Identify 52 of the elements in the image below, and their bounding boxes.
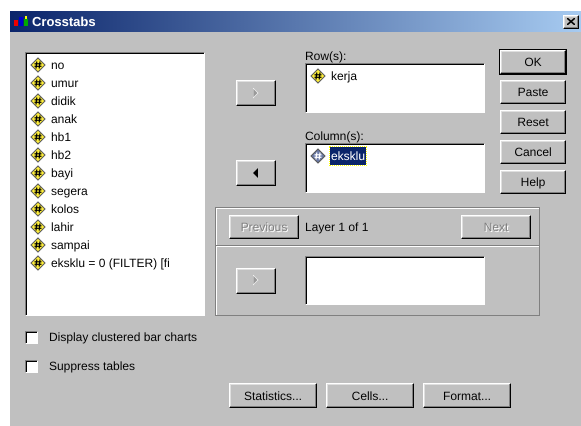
scale-variable-icon — [30, 201, 46, 217]
option-label: Display clustered bar charts — [49, 329, 198, 346]
scale-variable-icon — [310, 68, 326, 84]
scale-variable-icon — [30, 147, 46, 163]
close-button[interactable] — [563, 14, 579, 28]
variable-item[interactable]: kerja — [330, 67, 358, 85]
scale-variable-icon — [310, 148, 326, 164]
scale-variable-icon — [30, 75, 46, 91]
variable-item[interactable]: didik — [50, 92, 77, 110]
move-button[interactable] — [236, 160, 276, 186]
scale-variable-icon — [30, 57, 46, 73]
app-icon — [13, 14, 29, 28]
scale-variable-icon — [30, 255, 46, 271]
scale-variable-icon — [30, 165, 46, 181]
dialog-button[interactable]: Statistics... — [229, 383, 317, 408]
dialog-button[interactable]: Reset — [500, 110, 566, 134]
rows-label: Row(s): — [305, 50, 348, 63]
dialog-button[interactable]: Cancel — [500, 140, 566, 164]
variable-item[interactable]: hb2 — [50, 146, 72, 164]
close-icon — [567, 18, 575, 25]
layer-caption: Layer 1 of 1 — [305, 218, 370, 236]
dialog-button[interactable]: Paste — [500, 80, 566, 104]
window-title: Crosstabs — [32, 12, 97, 31]
scale-variable-icon — [30, 183, 46, 199]
scale-variable-icon — [30, 129, 46, 145]
variable-item[interactable]: kolos — [50, 200, 80, 218]
scale-variable-icon — [30, 237, 46, 253]
variable-item[interactable]: bayi — [50, 164, 74, 182]
variable-item[interactable]: eksklu — [330, 147, 366, 165]
dialog-button[interactable]: Help — [500, 170, 566, 194]
scale-variable-icon — [30, 93, 46, 109]
variable-item[interactable]: no — [50, 56, 66, 74]
variable-item[interactable]: umur — [50, 74, 80, 92]
variable-item[interactable]: lahir — [50, 218, 75, 236]
dialog-button[interactable]: OK — [500, 50, 566, 74]
dialog-button[interactable]: Format... — [423, 383, 511, 408]
option-label: Suppress tables — [49, 358, 136, 375]
variable-item[interactable]: anak — [50, 110, 78, 128]
scale-variable-icon — [30, 111, 46, 127]
variable-item[interactable]: eksklu = 0 (FILTER) [fi — [50, 254, 171, 272]
checkbox[interactable] — [25, 330, 38, 344]
columns-label: Column(s): — [305, 130, 365, 143]
layer-variables-box[interactable] — [305, 256, 485, 305]
variable-list[interactable]: no umur didik anak hb1 hb2 bayi segera kolos lahir sampai eksklu = 0 (FILTER) [fi — [25, 52, 205, 316]
dialog-button[interactable]: Cells... — [326, 383, 414, 408]
scale-variable-icon — [30, 219, 46, 235]
column-variables-box[interactable]: eksklu — [305, 143, 485, 193]
row-variables-box[interactable]: kerja — [305, 63, 485, 113]
checkbox[interactable] — [25, 360, 38, 372]
variable-item[interactable]: sampai — [50, 236, 91, 254]
variable-item[interactable]: hb1 — [50, 128, 72, 146]
variable-item[interactable]: segera — [50, 182, 89, 200]
